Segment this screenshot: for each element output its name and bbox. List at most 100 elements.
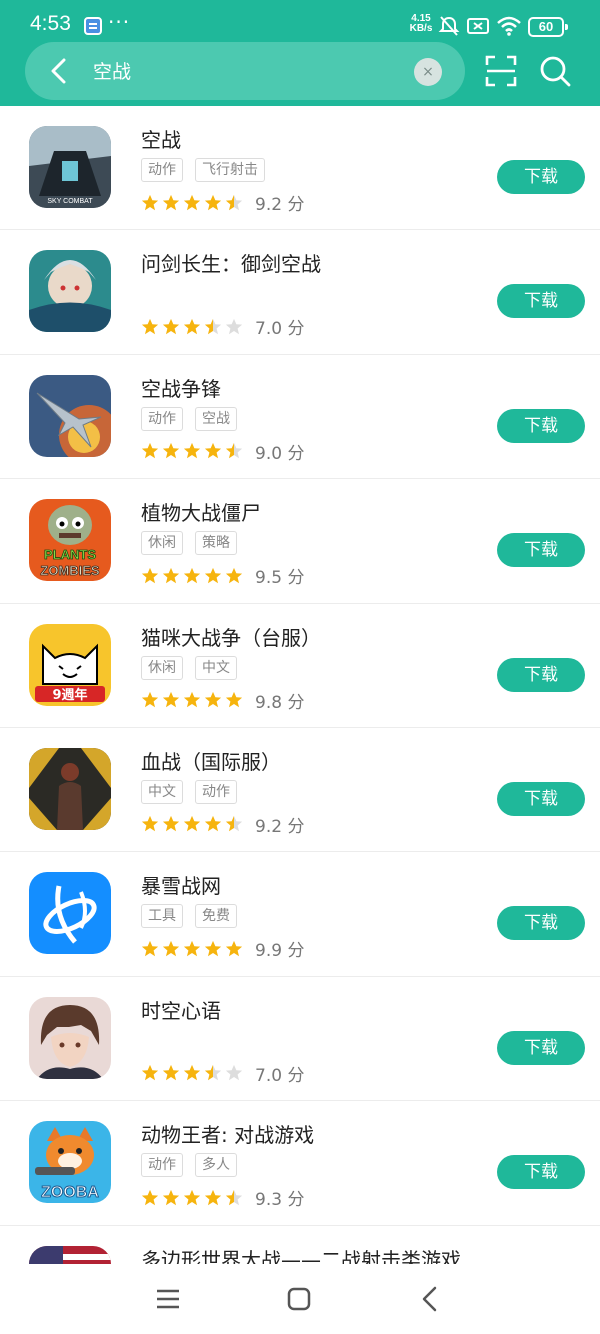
list-item[interactable]: 血战（国际服） 中文 动作 9.2 分 下载	[0, 728, 600, 853]
list-item[interactable]: 空战争锋 动作 空战 9.0 分 下载	[0, 355, 600, 480]
star-icon	[141, 691, 159, 708]
battlenet-icon[interactable]	[29, 872, 111, 955]
star-icon	[225, 443, 243, 459]
app-name[interactable]: 动物王者: 对战游戏	[141, 1119, 314, 1148]
clear-search-button[interactable]: ×	[414, 58, 442, 86]
list-item[interactable]: PLANTS ZOMBIES 植物大战僵尸 休闲 策略 9.5 分 下载	[0, 479, 600, 604]
wenjian-icon[interactable]	[29, 250, 111, 333]
star-rating	[141, 1189, 243, 1207]
list-item[interactable]: ZOOBA 动物王者: 对战游戏 动作 多人 9.3 分 下载	[0, 1101, 600, 1226]
app-tag: 中文	[195, 655, 237, 680]
download-button[interactable]: 下载	[497, 284, 585, 319]
download-button[interactable]: 下载	[497, 408, 585, 443]
star-icon	[183, 1065, 201, 1081]
star-icon	[141, 443, 159, 459]
app-rating: 7.0 分	[141, 314, 304, 339]
star-icon	[183, 443, 201, 459]
star-icon	[183, 691, 201, 708]
more-notifications-icon: ···	[108, 10, 131, 34]
star-icon	[162, 816, 180, 832]
star-icon	[183, 1189, 201, 1205]
star-icon	[162, 567, 180, 583]
battle-cats-icon[interactable]: 9週年	[29, 623, 111, 706]
star-icon	[225, 318, 243, 335]
app-rating: 9.9 分	[141, 936, 304, 961]
list-item[interactable]: 时空心语 7.0 分 下载	[0, 977, 600, 1102]
star-icon	[225, 1189, 243, 1205]
battle-cats-anniversary-text: 9週年	[52, 687, 87, 703]
app-name[interactable]: 多边形世界大战——二战射击类游戏	[141, 1244, 461, 1264]
download-button[interactable]: 下载	[497, 533, 585, 568]
list-item[interactable]: 多边形世界大战——二战射击类游戏	[0, 1226, 600, 1264]
app-rating: 7.0 分	[141, 1061, 304, 1086]
top-header: 4:53 ··· 4.15 KB/s 60 空战 ×	[0, 0, 600, 106]
list-item[interactable]: 问剑长生：御剑空战 7.0 分 下载	[0, 230, 600, 355]
search-results-list[interactable]: SKY COMBAT 空战 动作 飞行射击 9.2 分 下载 问剑长生：御剑空战	[0, 106, 600, 1264]
search-bar[interactable]: 空战 ×	[25, 42, 465, 100]
list-item[interactable]: SKY COMBAT 空战 动作 飞行射击 9.2 分 下载	[0, 106, 600, 231]
star-rating	[141, 567, 243, 585]
app-name[interactable]: 植物大战僵尸	[141, 497, 261, 526]
download-button[interactable]: 下载	[497, 906, 585, 941]
jet-fighter-icon[interactable]	[29, 374, 111, 457]
search-icon[interactable]	[538, 54, 572, 88]
app-tag: 中文	[141, 779, 183, 804]
battery-indicator: 60	[528, 17, 568, 37]
star-icon	[204, 940, 222, 957]
app-name[interactable]: 时空心语	[141, 995, 221, 1024]
list-item[interactable]: 暴雪战网 工具 免费 9.9 分 下载	[0, 852, 600, 977]
app-name[interactable]: 血战（国际服）	[141, 746, 281, 775]
star-icon	[225, 1065, 243, 1081]
bell-muted-icon	[438, 16, 460, 36]
flag-icon[interactable]	[29, 1245, 111, 1264]
app-tag: 动作	[195, 779, 237, 804]
app-tags: 动作 飞行射击	[141, 158, 265, 182]
app-score: 9.2 分	[255, 195, 305, 215]
star-icon	[183, 318, 201, 335]
app-name[interactable]: 暴雪战网	[141, 870, 221, 899]
sky-combat-icon[interactable]: SKY COMBAT	[29, 126, 111, 208]
download-button[interactable]: 下载	[497, 1155, 585, 1190]
app-name[interactable]: 猫咪大战争（台服）	[141, 622, 321, 651]
search-input[interactable]: 空战	[93, 57, 131, 84]
star-icon	[204, 1065, 222, 1081]
zooba-logo-text: ZOOBA	[41, 1184, 99, 1201]
app-tag: 休闲	[141, 531, 183, 556]
app-tag: 动作	[141, 158, 183, 182]
back-nav-icon[interactable]	[415, 1284, 445, 1314]
download-button[interactable]: 下载	[497, 160, 585, 194]
network-speed-unit: KB/s	[409, 23, 433, 34]
chevron-left-icon	[51, 58, 66, 84]
soldier-icon[interactable]	[29, 747, 111, 830]
star-icon	[225, 194, 243, 210]
star-icon	[204, 318, 222, 335]
star-rating	[141, 442, 243, 460]
app-tag: 策略	[195, 531, 237, 556]
download-button[interactable]: 下载	[497, 1030, 585, 1065]
star-icon	[141, 816, 159, 832]
star-icon	[204, 691, 222, 708]
app-tag: 飞行射击	[195, 158, 265, 182]
download-button[interactable]: 下载	[497, 781, 585, 816]
anime-portrait-icon[interactable]	[29, 996, 111, 1079]
download-button[interactable]: 下载	[497, 657, 585, 692]
scan-icon[interactable]	[484, 54, 518, 88]
pvz-plants-text: PLANTS	[44, 547, 96, 562]
star-icon	[183, 940, 201, 957]
zooba-icon[interactable]: ZOOBA	[29, 1121, 111, 1204]
app-name[interactable]: 空战	[141, 124, 181, 153]
app-score: 9.5 分	[255, 568, 305, 589]
app-name[interactable]: 问剑长生：御剑空战	[141, 248, 321, 277]
app-tags: 休闲 中文	[141, 655, 237, 680]
star-rating	[141, 194, 243, 212]
plants-vs-zombies-icon[interactable]: PLANTS ZOMBIES	[29, 499, 111, 582]
app-name[interactable]: 空战争锋	[141, 373, 221, 402]
back-button[interactable]	[39, 51, 79, 91]
star-icon	[183, 194, 201, 210]
home-icon[interactable]	[284, 1284, 314, 1314]
status-bar: 4:53 ··· 4.15 KB/s 60	[0, 0, 600, 40]
star-icon	[162, 443, 180, 459]
menu-icon[interactable]	[153, 1284, 183, 1314]
star-icon	[225, 816, 243, 832]
list-item[interactable]: 9週年 猫咪大战争（台服） 休闲 中文 9.8 分 下载	[0, 604, 600, 728]
